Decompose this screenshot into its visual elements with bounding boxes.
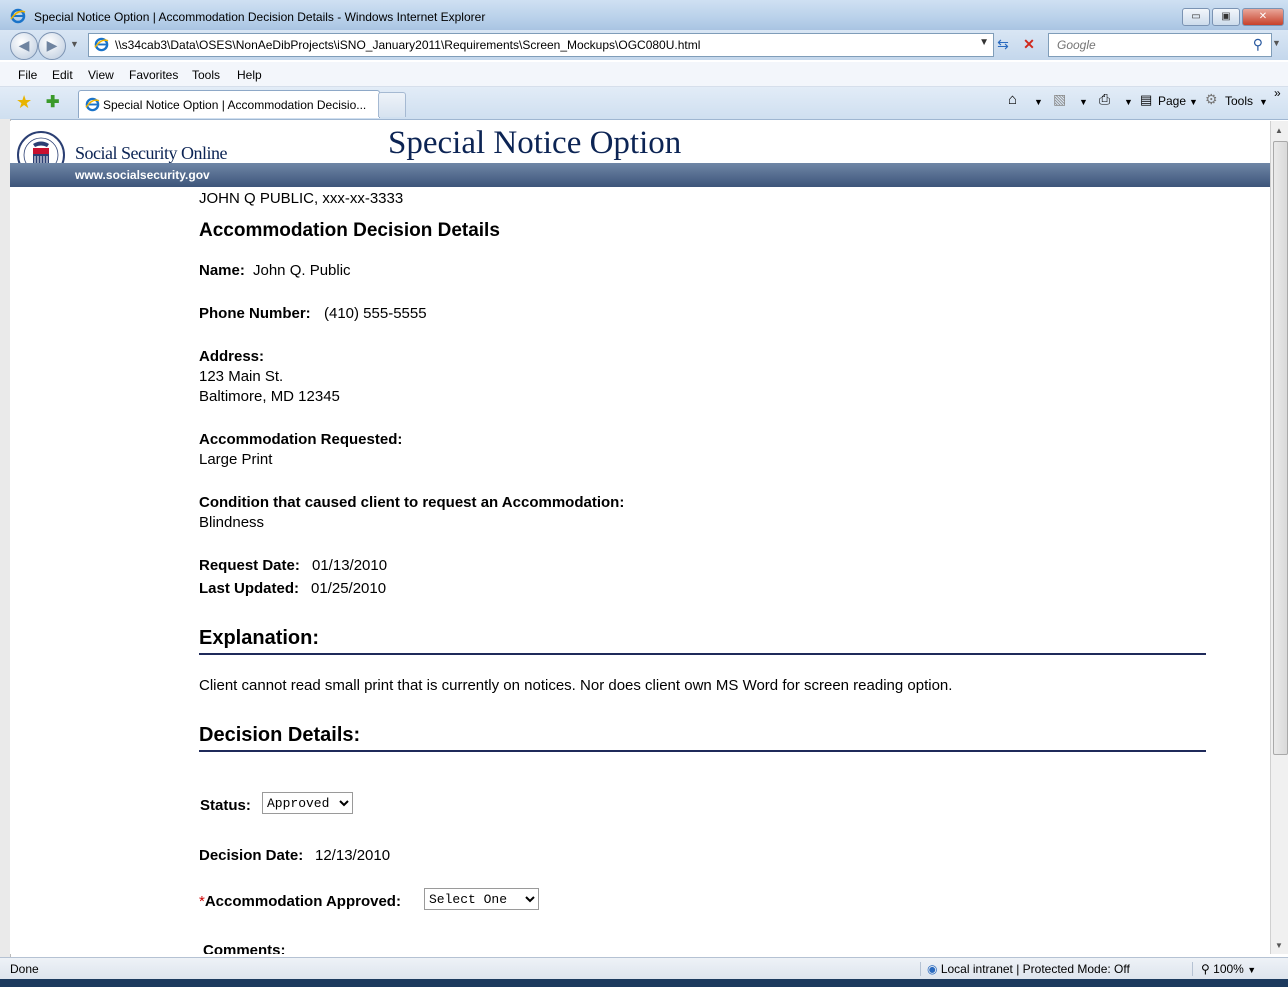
search-icon[interactable]: ⚲: [1253, 36, 1263, 53]
intranet-icon: ◉: [927, 962, 938, 976]
history-dropdown-icon[interactable]: ▼: [70, 39, 79, 49]
status-select[interactable]: Approved: [262, 792, 353, 814]
forward-button[interactable]: ▶: [38, 32, 66, 60]
internet-explorer-icon: [10, 8, 26, 24]
gear-icon: ⚙: [1205, 91, 1218, 107]
window-titlebar: Special Notice Option | Accommodation De…: [0, 0, 1288, 31]
claimant-line: JOHN Q PUBLIC, xxx-xx-3333: [199, 190, 404, 207]
refresh-icon[interactable]: ⇆: [993, 34, 1013, 54]
decision-divider: [199, 750, 1206, 752]
window-title: Special Notice Option | Accommodation De…: [34, 10, 486, 24]
address-text[interactable]: \\s34cab3\Data\OSES\NonAeDibProjects\iSN…: [115, 38, 700, 52]
tab-page-icon: [85, 97, 100, 112]
header-bar: www.socialsecurity.gov: [10, 163, 1270, 187]
accommodation-requested-value: Large Print: [199, 451, 273, 468]
menu-bar: File Edit View Favorites Tools Help: [0, 62, 1288, 87]
last-updated-value: 01/25/2010: [311, 580, 387, 597]
condition-label: Condition that caused client to request …: [199, 494, 625, 511]
ssa-header: Social Security Online Special Notice Op…: [10, 121, 1270, 187]
minimize-button[interactable]: ▭: [1182, 8, 1210, 26]
address-label: Address:: [199, 348, 265, 365]
chevron-more-icon[interactable]: »: [1274, 86, 1281, 100]
add-favorites-icon[interactable]: ✚: [46, 92, 59, 112]
status-text: Done: [10, 962, 39, 976]
home-dropdown-icon[interactable]: ▼: [1034, 97, 1043, 107]
decision-date-label: Decision Date:: [199, 847, 304, 864]
accommodation-approved-select[interactable]: Select One: [424, 888, 539, 910]
window-controls: ▭ ▣ ✕: [1182, 8, 1284, 26]
print-icon[interactable]: ⎙: [1099, 91, 1110, 108]
security-zone: ◉ Local intranet | Protected Mode: Off: [920, 962, 1130, 976]
taskbar: [0, 979, 1288, 987]
zoom-dropdown-icon[interactable]: ▼: [1247, 965, 1256, 975]
site-name: Social Security Online: [75, 143, 227, 163]
menu-help[interactable]: Help: [237, 68, 262, 82]
page-menu-button[interactable]: Page: [1158, 94, 1186, 108]
stop-icon[interactable]: ✕: [1019, 34, 1039, 54]
accommodation-approved-row: *Accommodation Approved:: [199, 893, 401, 910]
request-date-label: Request Date:: [199, 557, 300, 574]
accommodation-requested-label: Accommodation Requested:: [199, 431, 403, 448]
address-line2: Baltimore, MD 12345: [199, 388, 340, 405]
address-bar[interactable]: \\s34cab3\Data\OSES\NonAeDibProjects\iSN…: [88, 33, 994, 57]
accommodation-approved-label: Accommodation Approved:: [204, 893, 401, 910]
home-icon[interactable]: ⌂: [1008, 91, 1017, 108]
feeds-icon[interactable]: ▧: [1053, 91, 1066, 108]
scroll-down-icon[interactable]: ▼: [1275, 941, 1283, 950]
navigation-bar: ◀ ▶ ▼ \\s34cab3\Data\OSES\NonAeDibProjec…: [0, 30, 1288, 60]
menu-favorites[interactable]: Favorites: [129, 68, 178, 82]
page-dropdown-icon[interactable]: ▼: [1189, 97, 1198, 107]
address-line1: 123 Main St.: [199, 368, 284, 385]
tab-bar: ★ ✚ Special Notice Option | Accommodatio…: [0, 86, 1288, 120]
tools-dropdown-icon[interactable]: ▼: [1259, 97, 1268, 107]
section-title: Accommodation Decision Details: [199, 220, 500, 241]
decision-date-value: 12/13/2010: [315, 847, 391, 864]
name-value: John Q. Public: [253, 262, 351, 279]
address-dropdown-icon[interactable]: ▼: [979, 37, 989, 48]
explanation-heading: Explanation:: [199, 627, 320, 649]
close-window-button[interactable]: ✕: [1242, 8, 1284, 26]
status-bar: Done ◉ Local intranet | Protected Mode: …: [0, 957, 1288, 980]
scroll-up-icon[interactable]: ▲: [1275, 126, 1283, 135]
new-tab-button[interactable]: [378, 92, 406, 117]
print-dropdown-icon[interactable]: ▼: [1124, 97, 1133, 107]
restore-button[interactable]: ▣: [1212, 8, 1240, 26]
back-button[interactable]: ◀: [10, 32, 38, 60]
tab-active[interactable]: Special Notice Option | Accommodation De…: [78, 90, 380, 118]
menu-tools[interactable]: Tools: [192, 68, 220, 82]
comments-label: Comments:: [203, 942, 286, 954]
favorites-star-icon[interactable]: ★: [16, 92, 32, 113]
zoom-icon: ⚲: [1201, 962, 1210, 976]
last-updated-label: Last Updated:: [199, 580, 300, 597]
tab-label: Special Notice Option | Accommodation De…: [103, 98, 367, 112]
explanation-divider: [199, 653, 1206, 655]
name-label: Name:: [199, 262, 245, 279]
search-options-icon[interactable]: ▼: [1272, 38, 1281, 48]
search-input[interactable]: [1055, 37, 1249, 53]
decision-heading: Decision Details:: [199, 724, 361, 746]
page-title: Special Notice Option: [388, 125, 682, 161]
request-date-value: 01/13/2010: [312, 557, 388, 574]
site-url[interactable]: www.socialsecurity.gov: [75, 168, 210, 182]
page-viewport: Social Security Online Special Notice Op…: [10, 121, 1270, 954]
menu-file[interactable]: File: [18, 68, 37, 82]
zoom-level[interactable]: 100%: [1213, 962, 1244, 976]
vertical-scrollbar[interactable]: ▲ ▼: [1270, 121, 1288, 954]
page-icon: [94, 37, 109, 52]
condition-value: Blindness: [199, 514, 265, 531]
menu-edit[interactable]: Edit: [52, 68, 73, 82]
page-menu-icon: ▤: [1140, 92, 1153, 107]
feeds-dropdown-icon[interactable]: ▼: [1079, 97, 1088, 107]
security-zone-text: Local intranet | Protected Mode: Off: [940, 962, 1130, 976]
scroll-thumb[interactable]: [1273, 141, 1288, 755]
status-label: Status:: [200, 797, 251, 814]
phone-value: (410) 555-5555: [324, 305, 427, 322]
search-box[interactable]: ⚲: [1048, 33, 1272, 57]
explanation-text: Client cannot read small print that is c…: [199, 677, 953, 694]
tools-menu-button[interactable]: Tools: [1225, 94, 1253, 108]
menu-view[interactable]: View: [88, 68, 114, 82]
zoom-control[interactable]: ⚲ 100% ▼: [1192, 962, 1256, 976]
phone-label: Phone Number:: [199, 305, 311, 322]
